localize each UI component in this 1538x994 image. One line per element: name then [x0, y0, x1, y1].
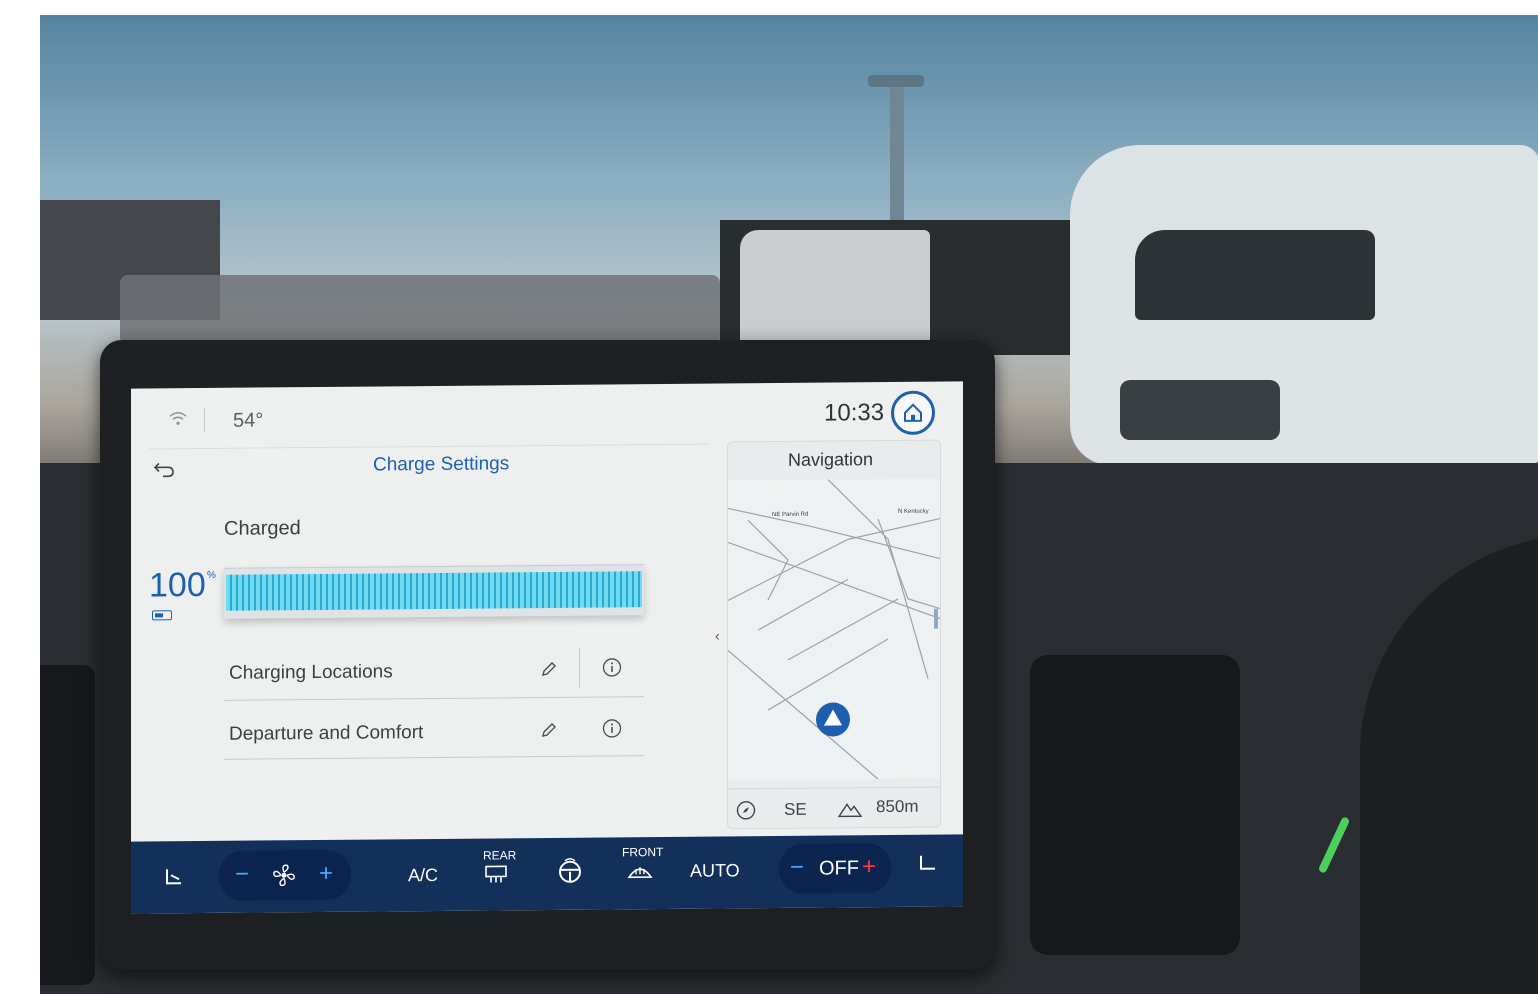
- pencil-icon[interactable]: [540, 660, 558, 678]
- auto-button[interactable]: AUTO: [690, 860, 740, 881]
- front-defrost-label: FRONT: [622, 844, 664, 860]
- street-label: NE Parvin Rd: [772, 512, 808, 518]
- battery-bar: [224, 564, 644, 619]
- elevation-readout: 850m: [876, 796, 919, 817]
- map[interactable]: NE Parvin Rd N Kentucky: [728, 478, 940, 781]
- battery-icon: [152, 610, 172, 621]
- temp-plus-button[interactable]: +: [862, 853, 876, 881]
- list-item-label: Departure and Comfort: [229, 722, 424, 745]
- light-pole-head: [868, 75, 924, 87]
- info-icon[interactable]: [602, 657, 622, 677]
- charge-state-label: Charged: [224, 517, 301, 540]
- charge-percent: 100: [149, 565, 206, 605]
- rear-defrost-icon[interactable]: [484, 864, 508, 884]
- front-defrost-icon[interactable]: [627, 861, 653, 883]
- temperature-value: OFF: [819, 857, 859, 880]
- mountain-icon: [837, 799, 863, 818]
- list-item[interactable]: Departure and Comfort: [224, 698, 644, 760]
- info-icon[interactable]: [602, 718, 622, 738]
- air-vent-right: [1030, 655, 1240, 955]
- heading-readout: SE: [784, 799, 807, 819]
- battery-bar-fill: [226, 571, 642, 611]
- list-item[interactable]: Charging Locations: [224, 639, 644, 701]
- van-grille: [1120, 380, 1280, 440]
- air-vent-left: [40, 665, 95, 985]
- steering-heat-icon[interactable]: [556, 856, 584, 886]
- status-bar: 54° 10:33: [131, 381, 963, 448]
- navigation-title: Navigation: [788, 449, 874, 470]
- street-label: N Kentucky: [898, 509, 929, 515]
- percent-unit: %: [207, 569, 216, 581]
- navigation-card[interactable]: Navigation NE Parvin Rd N Kentucky SE 85…: [727, 439, 941, 830]
- back-arrow-icon[interactable]: [153, 460, 175, 478]
- seat-heat-icon[interactable]: [161, 865, 185, 889]
- climate-bar: − + A/C REAR FRONT AUTO − OFF +: [131, 834, 963, 914]
- page-title: Charge Settings: [373, 453, 510, 476]
- van-windshield: [1135, 230, 1375, 320]
- ac-button[interactable]: A/C: [408, 865, 438, 886]
- outside-temperature: 54°: [233, 409, 264, 432]
- list-item-label: Charging Locations: [229, 661, 393, 684]
- row-separator: [224, 755, 644, 760]
- row-divider: [579, 647, 580, 688]
- collapse-chevron-icon[interactable]: ‹: [715, 627, 720, 643]
- home-icon[interactable]: [891, 390, 935, 435]
- status-divider: [204, 407, 205, 432]
- clock: 10:33: [824, 399, 885, 427]
- compass-icon: [736, 800, 756, 820]
- wifi-icon: [169, 410, 187, 426]
- nav-footer-divider: [728, 786, 940, 790]
- pencil-icon[interactable]: [540, 721, 558, 739]
- seat-cool-icon[interactable]: [917, 853, 941, 877]
- parked-cars: [120, 275, 720, 345]
- infotainment-screen: 54° 10:33 Charge Settings Charged 100 % …: [131, 381, 963, 914]
- temp-minus-button[interactable]: −: [790, 854, 804, 882]
- fan-minus-button[interactable]: −: [235, 861, 249, 889]
- truck-cab: [740, 230, 930, 350]
- fan-plus-button[interactable]: +: [319, 860, 333, 888]
- rear-defrost-label: REAR: [483, 848, 517, 863]
- fan-icon: [271, 862, 297, 888]
